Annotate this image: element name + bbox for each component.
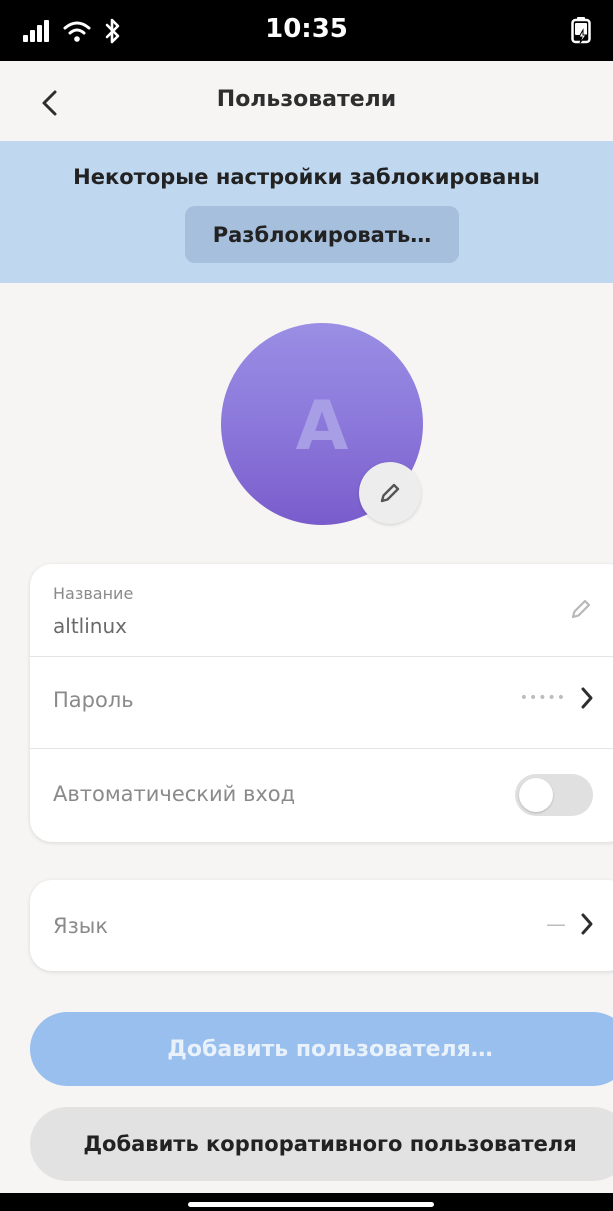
add-user-button[interactable]: Добавить пользователя… [30,1012,613,1086]
avatar-edit-button[interactable] [359,462,421,524]
locked-settings-banner: Некоторые настройки заблокированы Разбло… [0,141,613,283]
autologin-toggle[interactable] [515,774,593,816]
status-time: 10:35 [265,14,348,44]
autologin-row: Автоматический вход [30,748,613,842]
pencil-icon [571,599,591,619]
language-value-group: — [546,912,594,936]
password-row[interactable]: Пароль ••••• [30,656,613,749]
avatar-initial: A [295,386,349,466]
language-card[interactable]: Язык — [30,880,613,971]
language-label: Язык [53,914,109,938]
chevron-right-icon [581,687,593,709]
password-value: ••••• [519,690,566,706]
toggle-knob [519,778,553,812]
name-value: altlinux [53,614,127,638]
name-edit-button[interactable] [568,596,594,622]
language-value: — [546,912,566,936]
password-value-group: ••••• [520,686,594,710]
banner-message: Некоторые настройки заблокированы [73,165,540,189]
autologin-label: Автоматический вход [53,782,296,806]
header-bar: Пользователи [0,61,613,141]
name-label: Название [53,584,134,603]
password-label: Пароль [53,688,134,712]
add-enterprise-user-button[interactable]: Добавить корпоративного пользователя [30,1107,613,1181]
account-card: Название altlinux Пароль ••••• Автоматич… [30,564,613,842]
battery-charging-icon [571,16,591,48]
pencil-icon [380,483,400,503]
status-bar: 10:35 [0,0,613,61]
unlock-button[interactable]: Разблокировать… [185,206,459,263]
name-row[interactable]: Название altlinux [30,564,613,657]
chevron-right-icon [581,913,593,935]
page-title: Пользователи [216,87,397,112]
home-indicator[interactable] [188,1202,434,1207]
